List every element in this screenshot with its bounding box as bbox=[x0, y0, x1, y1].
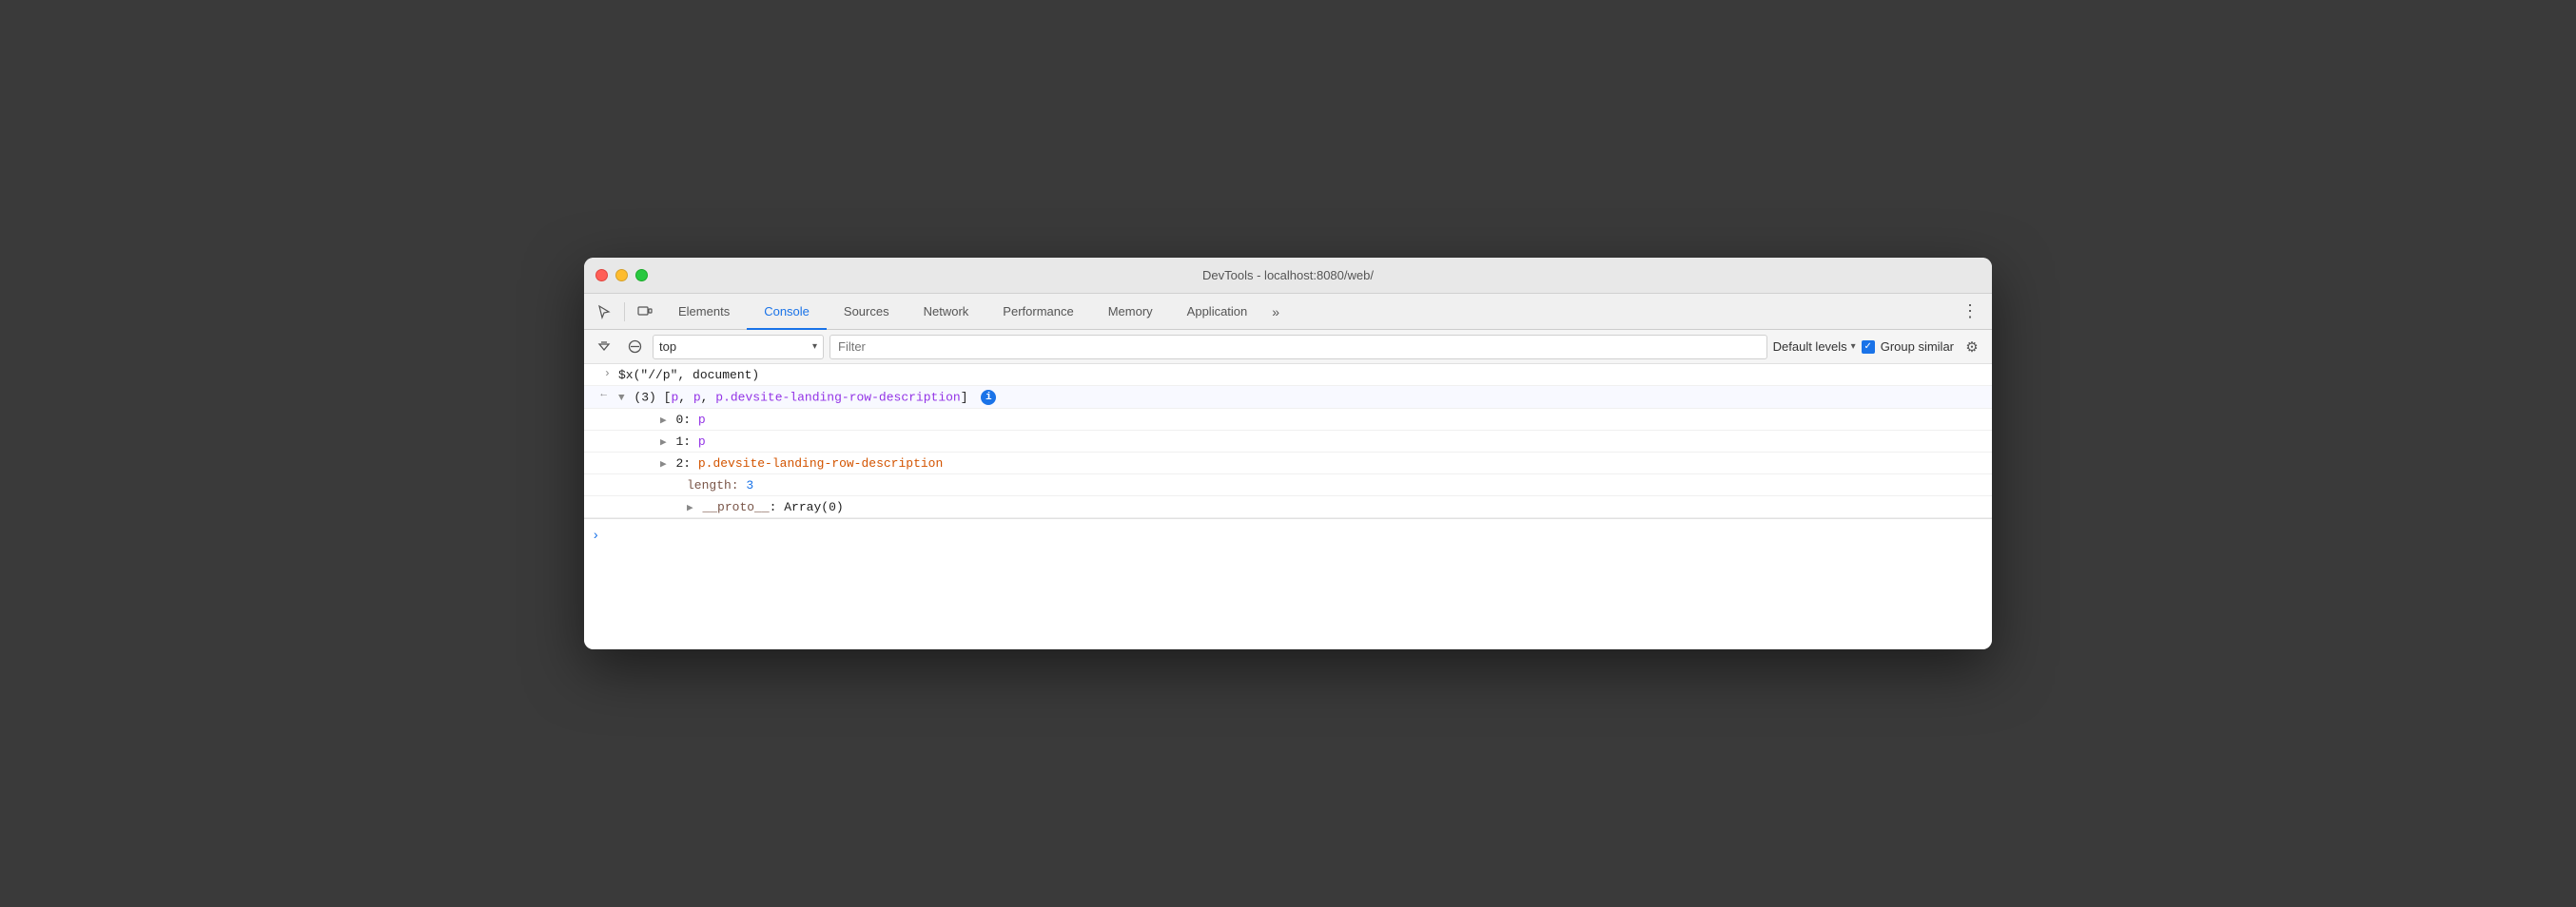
group-similar-wrapper: ✓ Group similar bbox=[1862, 339, 1954, 354]
proto-row: ▶ __proto__: Array(0) bbox=[584, 496, 1992, 518]
close-button[interactable] bbox=[595, 269, 608, 281]
console-prompt-icon: › bbox=[592, 529, 599, 544]
row-gutter-result: ← bbox=[584, 389, 618, 400]
item-1-content: ▶ 1: p bbox=[637, 434, 1984, 449]
context-dropdown-arrow: ▾ bbox=[812, 341, 817, 352]
expand-arrow[interactable]: ▼ bbox=[618, 393, 625, 404]
maximize-button[interactable] bbox=[635, 269, 648, 281]
console-prompt-input[interactable] bbox=[605, 529, 1984, 543]
tab-sources[interactable]: Sources bbox=[827, 295, 907, 330]
console-content: › $x("//p", document) ← ▼ (3) [p, p, p.d… bbox=[584, 364, 1992, 649]
tab-bar: Elements Console Sources Network Perform… bbox=[584, 294, 1992, 330]
minimize-button[interactable] bbox=[615, 269, 628, 281]
settings-gear-icon[interactable]: ⚙ bbox=[1960, 335, 1984, 359]
input-content: $x("//p", document) bbox=[618, 367, 1984, 382]
clear-console-button[interactable] bbox=[592, 335, 616, 359]
window-title: DevTools - localhost:8080/web/ bbox=[1202, 268, 1374, 282]
default-levels-arrow: ▾ bbox=[1851, 341, 1856, 352]
tab-console[interactable]: Console bbox=[747, 295, 827, 330]
back-arrow-icon: ← bbox=[600, 389, 607, 400]
result-content: ▼ (3) [p, p, p.devsite-landing-row-descr… bbox=[618, 389, 1984, 405]
result-row: ← ▼ (3) [p, p, p.devsite-landing-row-des… bbox=[584, 386, 1992, 409]
group-similar-checkbox[interactable]: ✓ bbox=[1862, 340, 1875, 354]
item-0-content: ▶ 0: p bbox=[637, 412, 1984, 427]
array-item-1: ▶ 1: p bbox=[584, 431, 1992, 453]
expand-item-0[interactable]: ▶ bbox=[660, 415, 667, 427]
console-bottom: › bbox=[584, 518, 1992, 552]
input-text: $x("//p", document) bbox=[618, 368, 759, 382]
length-value: 3 bbox=[746, 478, 753, 492]
array-item-2: ▶ 2: p.devsite-landing-row-description bbox=[584, 453, 1992, 474]
device-icon[interactable] bbox=[634, 301, 655, 322]
default-levels-button[interactable]: Default levels ▾ bbox=[1773, 339, 1856, 354]
proto-label: __proto__ bbox=[702, 500, 769, 514]
row-gutter: › bbox=[584, 367, 618, 380]
group-similar-label: Group similar bbox=[1881, 339, 1954, 354]
tab-network[interactable]: Network bbox=[907, 295, 986, 330]
tab-application[interactable]: Application bbox=[1170, 295, 1265, 330]
traffic-lights bbox=[595, 269, 648, 281]
info-badge[interactable]: i bbox=[981, 390, 996, 405]
item-2-content: ▶ 2: p.devsite-landing-row-description bbox=[637, 455, 1984, 471]
expand-item-1[interactable]: ▶ bbox=[660, 437, 667, 449]
devtools-window: DevTools - localhost:8080/web/ Elements … bbox=[584, 258, 1992, 649]
tab-elements[interactable]: Elements bbox=[661, 295, 747, 330]
length-row: length: 3 bbox=[584, 474, 1992, 496]
title-bar: DevTools - localhost:8080/web/ bbox=[584, 258, 1992, 294]
expand-item-2[interactable]: ▶ bbox=[660, 459, 667, 471]
tab-bar-right: ⋮ bbox=[1948, 294, 1992, 329]
console-input-line: › $x("//p", document) bbox=[584, 364, 1992, 386]
kebab-menu-icon[interactable]: ⋮ bbox=[1960, 301, 1981, 322]
tab-bar-icons bbox=[588, 294, 661, 329]
expand-proto[interactable]: ▶ bbox=[687, 503, 693, 514]
length-content: length: 3 bbox=[653, 477, 1984, 492]
tab-performance[interactable]: Performance bbox=[986, 295, 1090, 330]
context-selector[interactable]: top ▾ bbox=[653, 335, 824, 359]
input-arrow: › bbox=[604, 367, 611, 380]
tab-more-button[interactable]: » bbox=[1264, 294, 1287, 329]
filter-input[interactable] bbox=[838, 339, 1759, 354]
filter-input-wrapper[interactable] bbox=[829, 335, 1767, 359]
array-item-0: ▶ 0: p bbox=[584, 409, 1992, 431]
cursor-icon[interactable] bbox=[594, 301, 615, 322]
context-value: top bbox=[659, 339, 809, 354]
default-levels-label: Default levels bbox=[1773, 339, 1847, 354]
proto-content: ▶ __proto__: Array(0) bbox=[653, 499, 1984, 514]
tab-memory[interactable]: Memory bbox=[1091, 295, 1170, 330]
length-label: length: bbox=[687, 478, 739, 492]
no-entry-button[interactable] bbox=[622, 335, 647, 359]
console-toolbar: top ▾ Default levels ▾ ✓ Group similar ⚙ bbox=[584, 330, 1992, 364]
